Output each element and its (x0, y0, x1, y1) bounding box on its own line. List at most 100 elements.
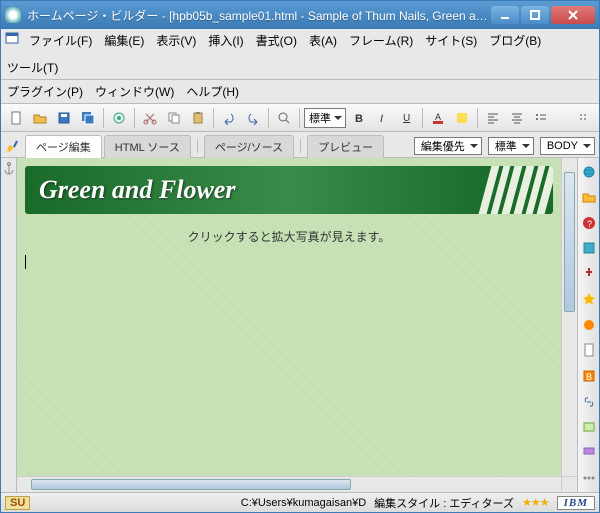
menu-format[interactable]: 書式(O) (254, 31, 299, 50)
ibm-logo: IBM (557, 496, 595, 510)
menu-tool[interactable]: ツール(T) (5, 58, 60, 77)
banner-title: Green and Flower (39, 175, 235, 205)
pin-icon[interactable] (581, 266, 597, 282)
menu-window[interactable]: ウィンドウ(W) (93, 82, 176, 101)
save-all-button[interactable] (77, 107, 99, 129)
color-button[interactable]: A (427, 107, 449, 129)
tab-page-edit[interactable]: ページ編集 (25, 135, 102, 158)
bgcolor-button[interactable] (451, 107, 473, 129)
svg-text:I: I (380, 113, 383, 125)
tab-html-source[interactable]: HTML ソース (104, 135, 191, 158)
scrollbar-thumb[interactable] (564, 172, 575, 312)
cut-button[interactable] (139, 107, 161, 129)
app-icon (5, 7, 21, 23)
menu-site[interactable]: サイト(S) (423, 31, 479, 50)
page-caption: クリックすると拡大写真が見えます。 (25, 228, 553, 245)
pencil-icon (5, 139, 19, 153)
image-icon[interactable] (581, 419, 597, 435)
separator (299, 108, 300, 128)
grip-icon[interactable] (573, 107, 595, 129)
app-window: ホームページ・ビルダー - [hpb05b_sample01.html - Sa… (0, 0, 600, 513)
svg-text:B: B (355, 113, 363, 125)
menu-plugin[interactable]: プラグイン(P) (5, 82, 85, 101)
separator (103, 108, 104, 128)
align-left-button[interactable] (482, 107, 504, 129)
separator (268, 108, 269, 128)
minimize-button[interactable] (491, 6, 519, 24)
preview-button[interactable] (108, 107, 130, 129)
find-button[interactable] (273, 107, 295, 129)
window-title: ホームページ・ビルダー - [hpb05b_sample01.html - Sa… (27, 7, 491, 24)
menu-frame[interactable]: フレーム(R) (347, 31, 415, 50)
menu-help[interactable]: ヘルプ(H) (184, 82, 241, 101)
page-icon[interactable] (581, 343, 597, 359)
list-button[interactable] (530, 107, 552, 129)
system-menu-icon[interactable] (5, 31, 19, 45)
window-controls (491, 6, 595, 24)
open-button[interactable] (29, 107, 51, 129)
bold-button[interactable]: B (348, 107, 370, 129)
tab-page-source[interactable]: ページ/ソース (204, 135, 294, 158)
content-area: Green and Flower クリックすると拡大写真が見えます。 ? (1, 158, 599, 492)
menu-insert[interactable]: 挿入(I) (206, 31, 245, 50)
separator (197, 139, 198, 153)
svg-text:A: A (435, 112, 441, 122)
editor-wrap: Green and Flower クリックすると拡大写真が見えます。 (17, 158, 577, 492)
align-center-button[interactable] (506, 107, 528, 129)
editor-canvas[interactable]: Green and Flower クリックすると拡大写真が見えます。 (17, 158, 561, 476)
tab-preview[interactable]: プレビュー (307, 135, 384, 158)
more-icon[interactable] (581, 470, 597, 486)
rating-stars-icon: ★★★ (522, 496, 549, 509)
left-gutter (1, 158, 17, 492)
style-select[interactable]: 標準 (304, 108, 346, 128)
anchor-icon[interactable] (2, 162, 16, 176)
svg-text:B: B (586, 372, 592, 382)
size-select[interactable]: 標準 (488, 137, 534, 155)
link-icon[interactable] (581, 394, 597, 410)
svg-text:U: U (403, 113, 410, 124)
view-tabbar: ページ編集 HTML ソース ページ/ソース プレビュー 編集優先 標準 BOD… (1, 132, 599, 158)
site-icon[interactable] (581, 164, 597, 180)
copy-button[interactable] (163, 107, 185, 129)
paint-icon[interactable] (581, 445, 597, 461)
new-button[interactable] (5, 107, 27, 129)
page-banner: Green and Flower (25, 166, 553, 214)
right-sidebar: ? B (577, 158, 599, 492)
horizontal-scrollbar[interactable] (17, 476, 561, 492)
redo-button[interactable] (242, 107, 264, 129)
menu-file[interactable]: ファイル(F) (27, 31, 94, 50)
hscroll-row (17, 476, 577, 492)
menu-blog[interactable]: ブログ(B) (487, 31, 543, 50)
editor-scroll: Green and Flower クリックすると拡大写真が見えます。 (17, 158, 577, 476)
vertical-scrollbar[interactable] (561, 158, 577, 476)
star-icon[interactable] (581, 292, 597, 308)
folder-icon[interactable] (581, 190, 597, 206)
help-icon[interactable]: ? (581, 215, 597, 231)
save-button[interactable] (53, 107, 75, 129)
menu-view[interactable]: 表示(V) (154, 31, 198, 50)
paste-button[interactable] (187, 107, 209, 129)
globe-icon[interactable] (581, 317, 597, 333)
menu-table[interactable]: 表(A) (307, 31, 339, 50)
menu-edit[interactable]: 編集(E) (102, 31, 146, 50)
menubar-row1: ファイル(F) 編集(E) 表示(V) 挿入(I) 書式(O) 表(A) フレー… (1, 29, 599, 80)
close-button[interactable] (551, 6, 595, 24)
undo-button[interactable] (218, 107, 240, 129)
edit-priority-value: 編集優先 (421, 138, 465, 154)
statusbar: SU C:¥Users¥kumagaisan¥D 編集スタイル : エディターズ… (1, 492, 599, 512)
separator (300, 139, 301, 153)
underline-button[interactable]: U (396, 107, 418, 129)
svg-text:?: ? (587, 219, 592, 229)
block-icon[interactable]: B (581, 368, 597, 384)
italic-button[interactable]: I (372, 107, 394, 129)
tag-select[interactable]: BODY (540, 137, 595, 155)
info-icon[interactable] (581, 241, 597, 257)
maximize-button[interactable] (521, 6, 549, 24)
status-path: C:¥Users¥kumagaisan¥D (241, 497, 366, 509)
status-style: 編集スタイル : エディターズ (374, 495, 514, 511)
edit-priority-select[interactable]: 編集優先 (414, 137, 482, 155)
toolbar: 標準 B I U A (1, 104, 599, 132)
scrollbar-thumb[interactable] (31, 479, 351, 490)
titlebar: ホームページ・ビルダー - [hpb05b_sample01.html - Sa… (1, 1, 599, 29)
separator (422, 108, 423, 128)
